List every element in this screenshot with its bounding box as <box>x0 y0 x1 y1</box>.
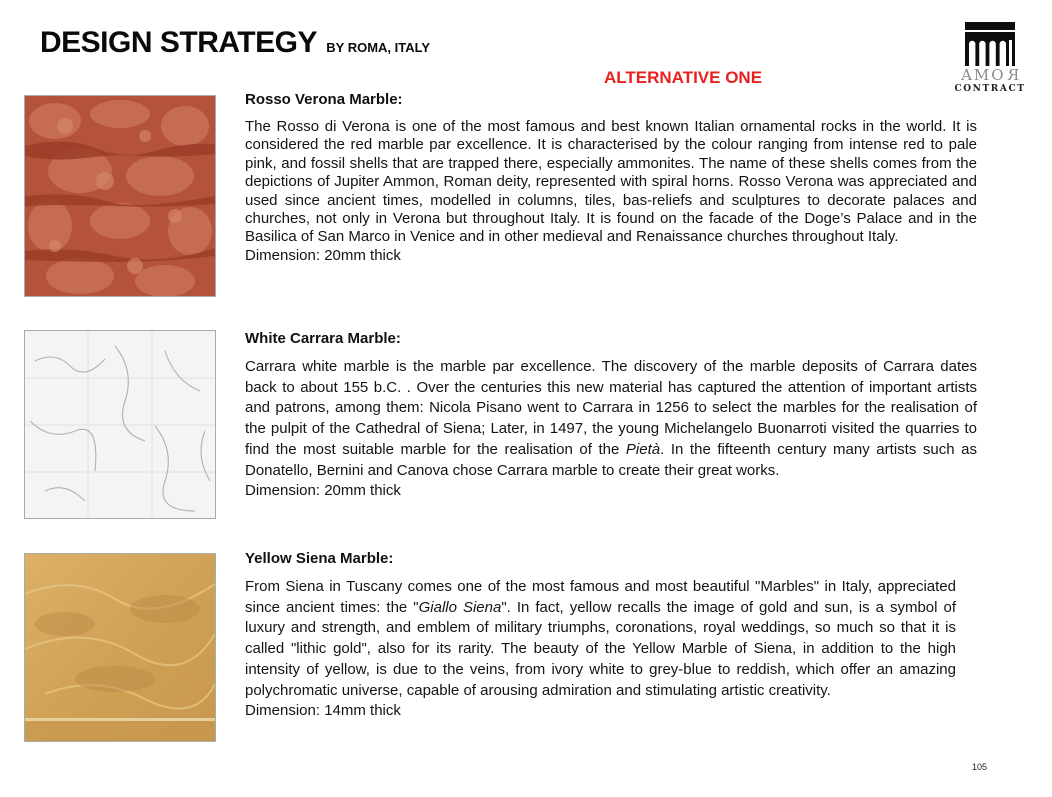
yellow-siena-section: Yellow Siena Marble: From Siena in Tusca… <box>245 550 956 722</box>
material-dimension: Dimension: 20mm thick <box>245 246 401 264</box>
colosseum-icon <box>965 22 1015 66</box>
rosso-verona-section: Rosso Verona Marble: The Rosso di Verona… <box>245 91 977 265</box>
material-name: Rosso Verona Marble: <box>245 91 403 108</box>
white-carrara-swatch <box>24 330 216 519</box>
material-dimension: Dimension: 14mm thick <box>245 702 401 720</box>
rosso-verona-swatch <box>24 95 216 297</box>
material-description: The Rosso di Verona is one of the most f… <box>245 118 977 265</box>
white-carrara-section: White Carrara Marble: Carrara white marb… <box>245 330 977 502</box>
material-dimension: Dimension: 20mm thick <box>245 482 401 500</box>
logo-wordmark: AMOR <box>961 66 1019 84</box>
material-name: Yellow Siena Marble: <box>245 550 394 567</box>
page-title: DESIGN STRATEGY BY ROMA, ITALY <box>40 26 430 60</box>
material-description: From Siena in Tuscany comes one of the m… <box>245 577 956 722</box>
stone-name-italic: Giallo Siena <box>418 598 502 616</box>
material-name: White Carrara Marble: <box>245 330 401 347</box>
description-text: The Rosso di Verona is one of the most f… <box>245 118 977 246</box>
alternative-label: ALTERNATIVE ONE <box>604 68 763 87</box>
yellow-siena-swatch <box>24 553 216 742</box>
artwork-title: Pietà <box>625 440 661 458</box>
page-number: 105 <box>972 762 988 772</box>
title-subtitle: BY ROMA, ITALY <box>326 40 431 55</box>
material-description: Carrara white marble is the marble par e… <box>245 357 977 502</box>
title-main: DESIGN STRATEGY <box>40 26 317 59</box>
